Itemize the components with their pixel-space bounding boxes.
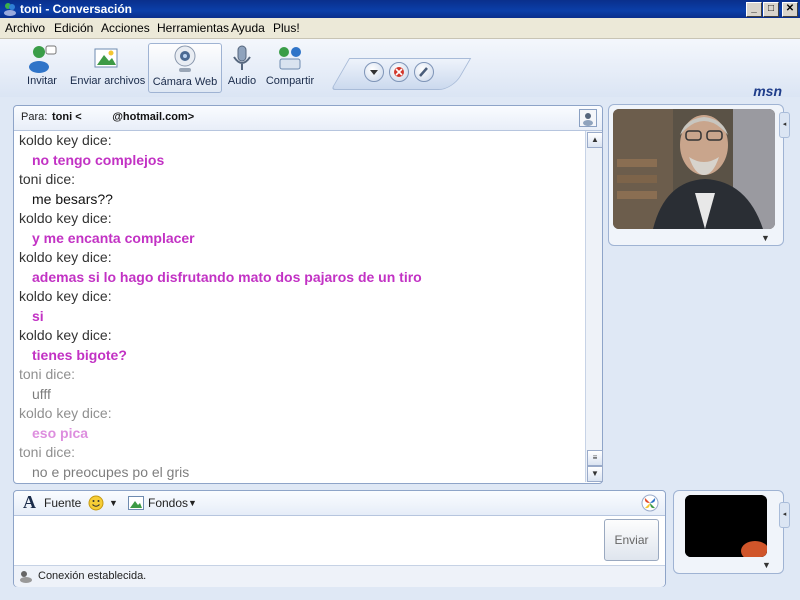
message-sender: koldo key dice: xyxy=(19,210,112,226)
invite-label: Invitar xyxy=(27,75,57,87)
message-text: no tengo complejos xyxy=(32,151,165,168)
webcam-icon xyxy=(174,45,196,72)
msn-butterfly-icon[interactable] xyxy=(641,494,659,512)
to-label: Para: xyxy=(21,111,48,123)
contact-webcam-panel: ▼ xyxy=(608,104,784,246)
collapse-contact-panel-button[interactable]: ◂ xyxy=(779,112,790,138)
scroll-up-button[interactable]: ▲ xyxy=(587,132,603,148)
message-text: tienes bigote? xyxy=(32,346,127,363)
title-bar: toni - Conversación _ □ ✕ xyxy=(0,0,800,18)
send-files-icon xyxy=(94,48,118,68)
connection-icon xyxy=(20,571,32,583)
formatting-bar: A Fuente ▼ Fondos ▼ xyxy=(14,491,665,516)
share-label: Compartir xyxy=(265,75,315,87)
menu-archivo[interactable]: Archivo xyxy=(5,21,45,35)
emoticon-tray-button[interactable] xyxy=(364,62,384,82)
message-text: si xyxy=(32,307,44,324)
contact-card-button[interactable] xyxy=(579,109,597,127)
message-text: me besars?? xyxy=(32,190,113,207)
message-sender: koldo key dice: xyxy=(19,288,112,304)
share-icon xyxy=(279,47,301,70)
customize-button[interactable] xyxy=(414,62,434,82)
close-button[interactable]: ✕ xyxy=(782,2,798,17)
message-sender: koldo key dice: xyxy=(19,327,112,343)
audio-label: Audio xyxy=(227,75,257,87)
own-webcam-video xyxy=(685,495,767,557)
history-scrollbar[interactable]: ▲ ≡ ▼ xyxy=(585,131,603,482)
status-text: Conexión establecida. xyxy=(38,570,147,582)
window-title: toni - Conversación xyxy=(20,2,133,16)
menu-herramientas[interactable]: Herramientas xyxy=(157,21,229,35)
contact-card-icon xyxy=(583,113,593,126)
send-button[interactable]: Enviar xyxy=(604,519,659,561)
microphone-icon xyxy=(233,45,251,70)
collapse-own-panel-button[interactable]: ◂ xyxy=(779,502,790,528)
emoticon-icon[interactable] xyxy=(88,495,104,511)
chevron-down-icon xyxy=(370,70,378,75)
conversation-window: toni - Conversación _ □ ✕ Archivo Edició… xyxy=(0,0,800,600)
webcam-person-image xyxy=(613,109,775,229)
message-input[interactable] xyxy=(14,516,604,564)
backgrounds-button[interactable]: Fondos xyxy=(148,496,188,510)
menu-ayuda[interactable]: Ayuda xyxy=(231,21,265,35)
font-button[interactable]: Fuente xyxy=(44,496,81,510)
menu-plus[interactable]: Plus! xyxy=(273,21,300,35)
scroll-down-button[interactable]: ▼ xyxy=(587,466,603,482)
minimize-button[interactable]: _ xyxy=(746,2,762,17)
maximize-button[interactable]: □ xyxy=(763,2,779,17)
menu-acciones[interactable]: Acciones xyxy=(101,21,150,35)
brush-icon xyxy=(419,67,428,77)
message-text: ademas si lo hago disfrutando mato dos p… xyxy=(32,268,422,285)
message-sender: koldo key dice: xyxy=(19,132,112,148)
message-text: eso pica xyxy=(32,424,89,441)
compose-panel: A Fuente ▼ Fondos ▼ Enviar Conexión esta… xyxy=(13,490,666,587)
invite-icon xyxy=(29,45,57,73)
scroll-grip[interactable]: ≡ xyxy=(587,450,603,466)
message-history: koldo key dice: no tengo complejos toni di… xyxy=(14,131,584,481)
message-text: no e preocupes po el gris xyxy=(32,463,190,480)
own-webcam-panel: ▼ xyxy=(673,490,784,574)
own-webcam-image xyxy=(685,495,767,557)
message-text: y me encanta complacer xyxy=(32,229,195,246)
status-bar: Conexión establecida. xyxy=(14,565,665,587)
backgrounds-dropdown-icon[interactable]: ▼ xyxy=(188,498,197,508)
backgrounds-icon xyxy=(128,496,144,510)
recipient-address: toni < @hotmail.com> xyxy=(52,111,195,123)
msn-logo: msn xyxy=(753,83,782,99)
menu-edicion[interactable]: Edición xyxy=(54,21,93,35)
recipient-bar: Para: toni < @hotmail.com> xyxy=(14,106,602,131)
webcam-label: Cámara Web xyxy=(152,76,218,88)
audio-button[interactable]: Audio xyxy=(222,43,262,91)
invite-button[interactable]: Invitar xyxy=(14,43,70,91)
block-contact-button[interactable] xyxy=(389,62,409,82)
message-sender: koldo key dice: xyxy=(19,405,112,421)
share-button[interactable]: Compartir xyxy=(264,43,316,91)
conversation-panel: Para: toni < @hotmail.com> koldo key dic… xyxy=(13,105,603,484)
block-icon xyxy=(394,67,404,77)
send-files-button[interactable]: Enviar archivos xyxy=(70,43,146,91)
message-sender: toni dice: xyxy=(19,366,76,382)
webcam-button[interactable]: Cámara Web xyxy=(148,43,222,93)
message-sender: toni dice: xyxy=(19,444,76,460)
msn-buddy-icon xyxy=(4,3,16,16)
send-files-label: Enviar archivos xyxy=(70,75,146,87)
message-text: ufff xyxy=(32,385,51,402)
message-sender: koldo key dice: xyxy=(19,249,112,265)
menu-bar: Archivo Edición Acciones Herramientas Ay… xyxy=(0,18,800,39)
message-sender: toni dice: xyxy=(19,171,76,187)
contact-webcam-options-icon[interactable]: ▼ xyxy=(761,233,770,243)
font-icon: A xyxy=(23,492,36,512)
own-webcam-options-icon[interactable]: ▼ xyxy=(762,560,771,570)
contact-webcam-video xyxy=(613,109,775,229)
emoticon-dropdown-icon[interactable]: ▼ xyxy=(109,498,118,508)
